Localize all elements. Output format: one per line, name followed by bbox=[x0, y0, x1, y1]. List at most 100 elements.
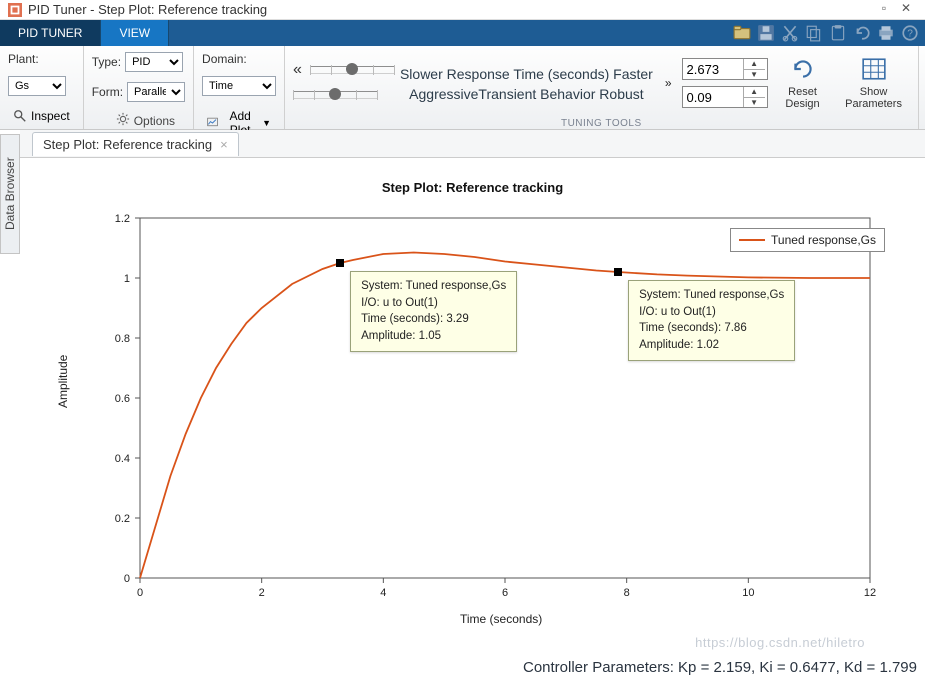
app-icon bbox=[8, 3, 22, 17]
transient-slider[interactable] bbox=[293, 91, 377, 99]
reset-design-button[interactable]: ResetDesign bbox=[774, 52, 832, 114]
response-time-spinner[interactable]: ▲▼ bbox=[682, 58, 768, 80]
document-tab-label: Step Plot: Reference tracking bbox=[43, 137, 212, 152]
quick-save-icon[interactable] bbox=[757, 24, 775, 42]
data-browser-label: Data Browser bbox=[3, 158, 17, 231]
quick-access-icons: ? bbox=[733, 20, 925, 46]
svg-text:8: 8 bbox=[624, 587, 630, 599]
datatip[interactable]: System: Tuned response,GsI/O: u to Out(1… bbox=[350, 271, 517, 352]
faster-arrow-icon[interactable]: » bbox=[665, 76, 672, 90]
reset-label-2: Design bbox=[785, 98, 819, 110]
aggressive-label: Aggressive bbox=[409, 86, 478, 102]
svg-text:0.8: 0.8 bbox=[115, 333, 130, 345]
legend[interactable]: Tuned response,Gs bbox=[730, 228, 885, 252]
plot-title: Step Plot: Reference tracking bbox=[20, 158, 925, 195]
svg-text:0.2: 0.2 bbox=[115, 513, 130, 525]
svg-text:2: 2 bbox=[259, 587, 265, 599]
transient-label: Transient Behavior bbox=[478, 86, 595, 102]
transient-spinner[interactable]: ▲▼ bbox=[682, 86, 768, 108]
controller-parameters: Controller Parameters: Kp = 2.159, Ki = … bbox=[523, 659, 917, 676]
transient-input[interactable] bbox=[683, 90, 743, 105]
ribbon-section-tuning: « Slower Response Time (seconds) Faster … bbox=[285, 46, 919, 129]
ribbon-section-design: Domain: Time Add Plot ▼ DESIGN bbox=[194, 46, 285, 129]
svg-text:0.6: 0.6 bbox=[115, 393, 130, 405]
datatip-marker[interactable] bbox=[614, 268, 622, 276]
window-restore-button[interactable]: ▫ bbox=[873, 1, 895, 19]
plant-select[interactable]: Gs bbox=[8, 76, 66, 96]
datatip[interactable]: System: Tuned response,GsI/O: u to Out(1… bbox=[628, 280, 795, 361]
form-select[interactable]: Parallel bbox=[127, 82, 185, 102]
datatip-marker[interactable] bbox=[336, 259, 344, 267]
response-time-input[interactable] bbox=[683, 62, 743, 77]
quick-open-icon[interactable] bbox=[733, 24, 751, 42]
response-time-label: Response Time (seconds) bbox=[447, 66, 610, 82]
svg-text:?: ? bbox=[907, 28, 913, 39]
table-icon bbox=[861, 56, 887, 82]
document-area: Data Browser Step Plot: Reference tracki… bbox=[0, 130, 925, 680]
tab-strip: PID TUNER VIEW ? bbox=[0, 20, 925, 46]
svg-text:0: 0 bbox=[124, 573, 130, 585]
tab-pid-tuner-label: PID TUNER bbox=[18, 26, 82, 40]
quick-undo-icon[interactable] bbox=[853, 24, 871, 42]
document-tab[interactable]: Step Plot: Reference tracking × bbox=[32, 132, 239, 156]
type-label: Type: bbox=[92, 55, 121, 69]
ribbon-label-tuning: TUNING TOOLS bbox=[285, 116, 918, 131]
svg-text:12: 12 bbox=[864, 587, 876, 599]
reset-label-1: Reset bbox=[788, 86, 817, 98]
tab-view-label: VIEW bbox=[119, 26, 150, 40]
magnifier-icon bbox=[13, 109, 27, 123]
inspect-button[interactable]: Inspect bbox=[8, 106, 75, 126]
tab-view[interactable]: VIEW bbox=[101, 20, 169, 46]
domain-label: Domain: bbox=[202, 52, 247, 66]
type-select[interactable]: PID bbox=[125, 52, 183, 72]
window-close-button[interactable]: ✕ bbox=[895, 1, 917, 19]
quick-paste-icon[interactable] bbox=[829, 24, 847, 42]
show-parameters-button[interactable]: ShowParameters bbox=[838, 52, 910, 114]
domain-select[interactable]: Time bbox=[202, 76, 276, 96]
slower-arrow-icon[interactable]: « bbox=[293, 61, 302, 79]
faster-label: Faster bbox=[613, 66, 653, 82]
inspect-label: Inspect bbox=[31, 109, 70, 123]
watermark: https://blog.csdn.net/hiletro bbox=[695, 635, 865, 650]
quick-help-icon[interactable]: ? bbox=[901, 24, 919, 42]
svg-text:0.4: 0.4 bbox=[115, 453, 130, 465]
legend-label: Tuned response,Gs bbox=[771, 233, 876, 247]
gear-icon bbox=[116, 112, 130, 129]
legend-swatch bbox=[739, 239, 765, 241]
spin-down-icon[interactable]: ▼ bbox=[744, 98, 765, 108]
options-button[interactable]: Options bbox=[116, 112, 175, 129]
quick-print-icon[interactable] bbox=[877, 24, 895, 42]
quick-cut-icon[interactable] bbox=[781, 24, 799, 42]
spin-up-icon[interactable]: ▲ bbox=[744, 87, 765, 98]
slower-label: Slower bbox=[400, 66, 443, 82]
plot-icon bbox=[207, 116, 218, 130]
plant-label: Plant: bbox=[8, 52, 39, 66]
quick-copy-icon[interactable] bbox=[805, 24, 823, 42]
ribbon-label-results: RESULTS bbox=[919, 114, 925, 129]
svg-text:0: 0 bbox=[137, 587, 143, 599]
spin-down-icon[interactable]: ▼ bbox=[744, 70, 765, 80]
plot-container: Step Plot: Reference tracking 0 2 4 6 8 10 12 0… bbox=[20, 158, 925, 680]
svg-text:1.2: 1.2 bbox=[115, 213, 130, 225]
spin-up-icon[interactable]: ▲ bbox=[744, 59, 765, 70]
response-time-slider[interactable] bbox=[310, 66, 394, 74]
x-axis-label: Time (seconds) bbox=[460, 612, 542, 626]
svg-text:10: 10 bbox=[742, 587, 754, 599]
ribbon-section-controller: Type: PID Form: Parallel Options CONTROL… bbox=[84, 46, 194, 129]
tab-pid-tuner[interactable]: PID TUNER bbox=[0, 20, 101, 46]
data-browser-tab[interactable]: Data Browser bbox=[0, 134, 20, 254]
close-icon[interactable]: × bbox=[220, 137, 228, 152]
show-label-2: Parameters bbox=[845, 98, 902, 110]
ribbon-section-plant: Plant: Gs Inspect PLANT bbox=[0, 46, 84, 129]
form-label: Form: bbox=[92, 85, 123, 99]
title-bar: PID Tuner - Step Plot: Reference trackin… bbox=[0, 0, 925, 20]
document-tab-row: Step Plot: Reference tracking × bbox=[20, 130, 925, 158]
svg-text:4: 4 bbox=[380, 587, 386, 599]
ribbon: Plant: Gs Inspect PLANT Type: PID Form: … bbox=[0, 46, 925, 130]
dropdown-arrow-icon: ▼ bbox=[262, 118, 271, 128]
y-axis-label: Amplitude bbox=[56, 355, 70, 408]
window-title: PID Tuner - Step Plot: Reference trackin… bbox=[28, 2, 267, 17]
options-label: Options bbox=[134, 114, 175, 128]
ribbon-section-results: Export RESULTS bbox=[919, 46, 925, 129]
svg-text:6: 6 bbox=[502, 587, 508, 599]
